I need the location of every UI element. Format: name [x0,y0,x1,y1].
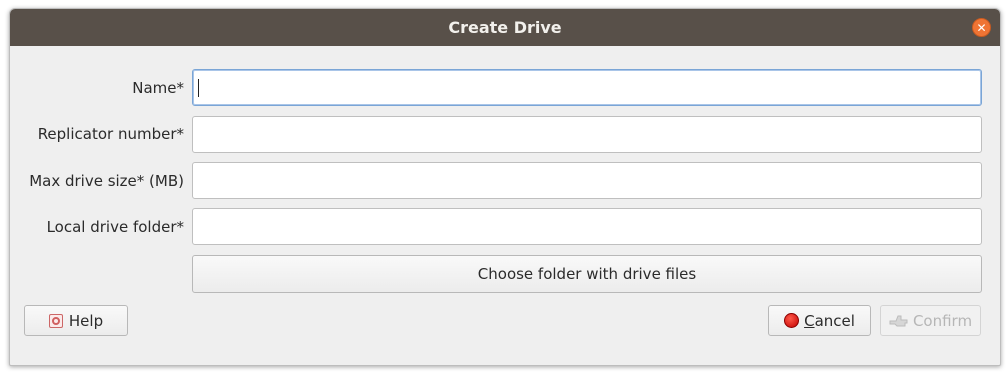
close-button[interactable]: ✕ [972,18,991,37]
dialog-title: Create Drive [448,18,562,37]
replicator-number-label: Replicator number* [37,125,184,143]
confirm-button[interactable]: Confirm [880,305,981,336]
text-caret [198,79,199,97]
cancel-icon [784,313,800,328]
name-label: Name* [132,79,184,97]
close-icon: ✕ [976,20,987,35]
max-drive-size-label: Max drive size* (MB) [29,172,184,190]
choose-folder-label: Choose folder with drive files [477,265,697,283]
name-input[interactable] [192,69,982,106]
choose-folder-button[interactable]: Choose folder with drive files [192,255,982,293]
dialog-titlebar: Create Drive ✕ [10,9,1000,46]
max-drive-size-input[interactable] [192,162,982,199]
help-button[interactable]: Help [24,305,128,336]
help-label: Help [68,311,104,330]
local-drive-folder-label: Local drive folder* [46,218,184,236]
replicator-number-input[interactable] [192,116,982,153]
local-drive-folder-input[interactable] [192,208,982,245]
cancel-mnemonic: C [804,311,815,330]
cancel-label-rest: ancel [814,311,855,330]
cancel-button[interactable]: Cancel [768,305,871,336]
confirm-label: Confirm [912,311,973,330]
cancel-label: Cancel [804,312,855,330]
help-icon [48,313,63,328]
confirm-hand-icon [889,315,908,326]
create-drive-dialog: Create Drive ✕ Name* Replicator number* … [9,8,1001,366]
